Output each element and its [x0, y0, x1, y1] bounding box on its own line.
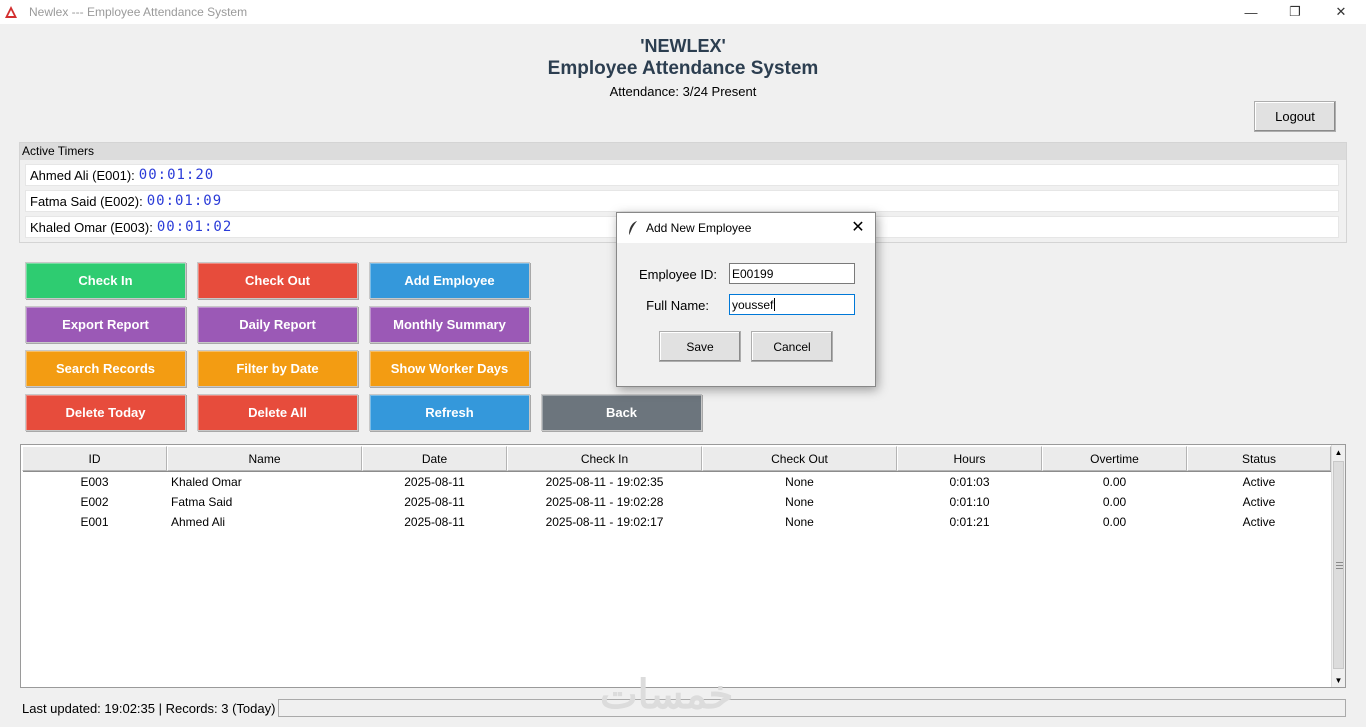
column-header-overtime[interactable]: Overtime — [1042, 446, 1187, 471]
active-timers-label: Active Timers — [20, 143, 1346, 160]
filter-by-date-button[interactable]: Filter by Date — [197, 350, 358, 387]
cell-name: Ahmed Ali — [171, 515, 226, 529]
cell-date: 2025-08-11 — [404, 515, 465, 529]
cell-id: E001 — [80, 515, 109, 529]
records-table[interactable]: ID Name Date Check In Check Out Hours Ov… — [20, 444, 1346, 688]
app-subtitle: Employee Attendance System — [547, 58, 819, 79]
employee-id-field[interactable]: E00199 — [729, 263, 855, 284]
full-name-value: youssef — [732, 297, 774, 312]
check-in-button[interactable]: Check In — [25, 262, 186, 299]
cell-overtime: 0.00 — [1102, 495, 1127, 509]
monthly-summary-button[interactable]: Monthly Summary — [369, 306, 530, 343]
table-header: ID Name Date Check In Check Out Hours Ov… — [22, 446, 1331, 471]
restore-button[interactable]: ❐ — [1272, 0, 1318, 24]
export-report-button[interactable]: Export Report — [25, 306, 186, 343]
window-title: Newlex --- Employee Attendance System — [29, 5, 248, 19]
cell-date: 2025-08-11 — [404, 495, 465, 509]
table-row[interactable]: E001 Ahmed Ali 2025-08-11 2025-08-11 - 1… — [22, 512, 1331, 532]
refresh-button[interactable]: Refresh — [369, 394, 530, 431]
cell-overtime: 0.00 — [1102, 515, 1127, 529]
cell-check-out: None — [785, 475, 814, 489]
window-titlebar: Newlex --- Employee Attendance System — … — [0, 0, 1366, 24]
cell-hours: 0:01:21 — [949, 515, 990, 529]
scrollbar-thumb[interactable] — [1333, 461, 1344, 669]
table-body: E003 Khaled Omar 2025-08-11 2025-08-11 -… — [22, 472, 1331, 532]
delete-today-button[interactable]: Delete Today — [25, 394, 186, 431]
timer-value: 00:01:02 — [156, 219, 233, 235]
dialog-title: Add New Employee — [646, 221, 752, 235]
back-button[interactable]: Back — [541, 394, 702, 431]
timer-value: 00:01:09 — [146, 193, 223, 209]
full-name-label: Full Name: — [646, 298, 709, 313]
check-out-button[interactable]: Check Out — [197, 262, 358, 299]
cell-hours: 0:01:03 — [949, 475, 990, 489]
text-caret — [774, 298, 776, 311]
status-progress-area — [278, 699, 1346, 717]
show-worker-days-button[interactable]: Show Worker Days — [369, 350, 530, 387]
column-header-name[interactable]: Name — [167, 446, 362, 471]
grip-line — [1336, 565, 1343, 566]
table-row[interactable]: E002 Fatma Said 2025-08-11 2025-08-11 - … — [22, 492, 1331, 512]
table-vertical-scrollbar[interactable]: ▲ ▼ — [1331, 445, 1345, 687]
cell-name: Khaled Omar — [171, 475, 242, 489]
attendance-summary: Attendance: 3/24 Present — [609, 84, 757, 99]
column-header-status[interactable]: Status — [1187, 446, 1331, 471]
cell-status: Active — [1242, 515, 1276, 529]
cell-check-in: 2025-08-11 - 19:02:17 — [545, 515, 664, 529]
logout-button[interactable]: Logout — [1254, 101, 1336, 132]
scroll-up-arrow-icon[interactable]: ▲ — [1332, 445, 1345, 459]
cell-check-in: 2025-08-11 - 19:02:28 — [545, 495, 664, 509]
full-name-field[interactable]: youssef — [729, 294, 855, 315]
column-header-date[interactable]: Date — [362, 446, 507, 471]
column-header-hours[interactable]: Hours — [897, 446, 1042, 471]
employee-id-label: Employee ID: — [638, 267, 717, 282]
add-employee-dialog[interactable]: Add New Employee ✕ Employee ID: E00199 F… — [616, 212, 876, 387]
grip-line — [1336, 568, 1343, 569]
cell-id: E002 — [80, 495, 109, 509]
cell-check-out: None — [785, 515, 814, 529]
cell-hours: 0:01:10 — [949, 495, 990, 509]
dialog-close-icon[interactable]: ✕ — [849, 218, 867, 236]
delete-all-button[interactable]: Delete All — [197, 394, 358, 431]
dialog-titlebar[interactable]: Add New Employee ✕ — [617, 213, 875, 243]
feather-icon — [629, 221, 637, 236]
cell-check-in: 2025-08-11 - 19:02:35 — [545, 475, 664, 489]
timer-employee: Ahmed Ali (E001): — [30, 167, 135, 183]
timer-employee: Fatma Said (E002): — [30, 193, 143, 209]
cell-status: Active — [1242, 495, 1276, 509]
table-row[interactable]: E003 Khaled Omar 2025-08-11 2025-08-11 -… — [22, 472, 1331, 492]
minimize-button[interactable]: — — [1228, 0, 1274, 24]
company-title: 'NEWLEX' — [640, 36, 726, 56]
cell-check-out: None — [785, 495, 814, 509]
timer-row: Fatma Said (E002): 00:01:09 — [25, 190, 1339, 212]
timer-value: 00:01:20 — [138, 167, 215, 183]
search-records-button[interactable]: Search Records — [25, 350, 186, 387]
cell-overtime: 0.00 — [1102, 475, 1127, 489]
daily-report-button[interactable]: Daily Report — [197, 306, 358, 343]
scroll-down-arrow-icon[interactable]: ▼ — [1332, 673, 1345, 687]
cell-date: 2025-08-11 — [404, 475, 465, 489]
status-text: Last updated: 19:02:35 | Records: 3 (Tod… — [22, 701, 276, 716]
cell-name: Fatma Said — [171, 495, 233, 509]
cell-id: E003 — [80, 475, 109, 489]
watermark-logo: خمسات — [600, 673, 734, 717]
timer-row: Ahmed Ali (E001): 00:01:20 — [25, 164, 1339, 186]
save-button[interactable]: Save — [659, 331, 741, 362]
cell-status: Active — [1242, 475, 1276, 489]
cancel-button[interactable]: Cancel — [751, 331, 833, 362]
app-logo-icon — [5, 6, 17, 18]
column-header-id[interactable]: ID — [22, 446, 167, 471]
column-header-check-out[interactable]: Check Out — [702, 446, 897, 471]
column-header-check-in[interactable]: Check In — [507, 446, 702, 471]
grip-line — [1336, 562, 1343, 563]
timer-employee: Khaled Omar (E003): — [30, 219, 153, 235]
close-button[interactable]: ✕ — [1318, 0, 1364, 24]
add-employee-button[interactable]: Add Employee — [369, 262, 530, 299]
